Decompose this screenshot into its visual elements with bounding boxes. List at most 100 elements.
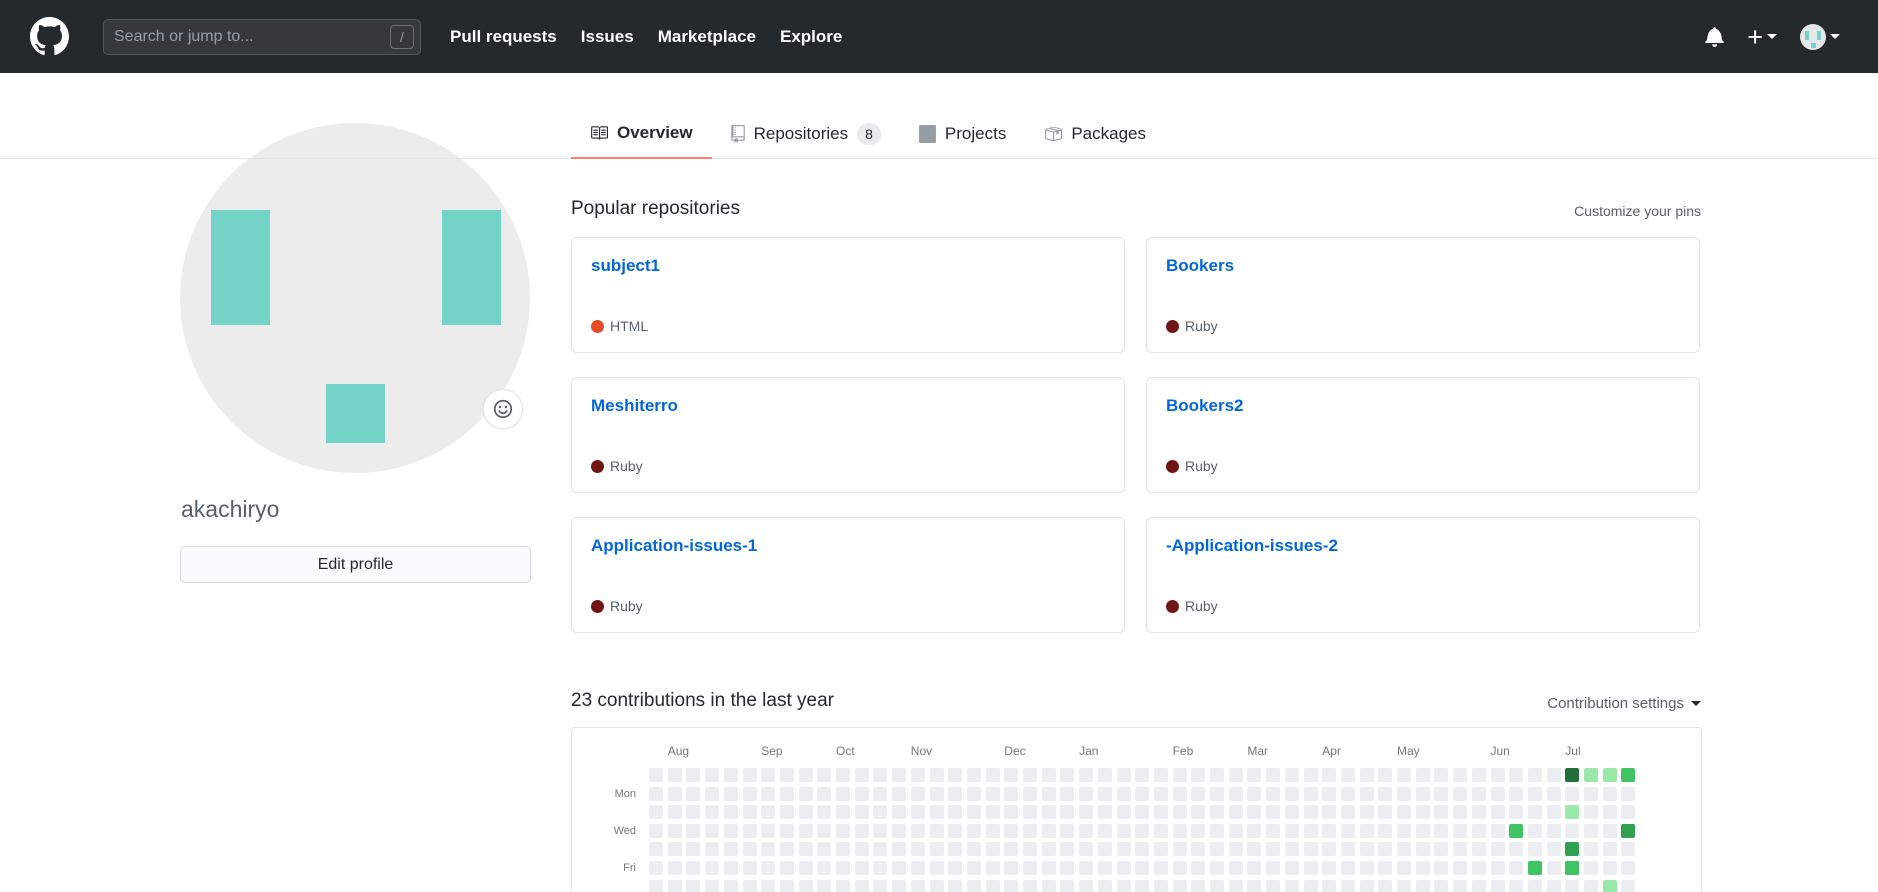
contribution-cell[interactable] [1378, 768, 1393, 782]
contribution-cell[interactable] [1284, 805, 1299, 820]
contribution-cell[interactable] [723, 842, 738, 857]
contribution-cell[interactable] [1266, 879, 1281, 892]
contribution-cell[interactable] [1303, 842, 1318, 857]
contribution-cell[interactable] [817, 842, 832, 857]
contribution-cell[interactable] [1340, 842, 1355, 857]
contribution-cell[interactable] [1023, 823, 1037, 838]
contribution-cell[interactable] [1621, 823, 1636, 838]
contribution-cell[interactable] [1490, 786, 1505, 801]
contribution-cell[interactable] [1359, 879, 1374, 892]
contribution-cell[interactable] [705, 842, 720, 857]
contribution-cell[interactable] [929, 786, 944, 801]
contribution-cell[interactable] [929, 861, 944, 875]
contribution-cell[interactable] [1434, 879, 1449, 892]
tab-packages[interactable]: Packages [1025, 108, 1165, 159]
contribution-cell[interactable] [910, 786, 925, 801]
contribution-cell[interactable] [910, 768, 925, 782]
contribution-cell[interactable] [929, 823, 944, 838]
contribution-cell[interactable] [910, 861, 925, 875]
contribution-cell[interactable] [742, 805, 757, 820]
contribution-cell[interactable] [1004, 879, 1019, 892]
contribution-cell[interactable] [985, 768, 1000, 782]
contribution-cell[interactable] [1116, 786, 1131, 801]
contribution-cell[interactable] [1340, 805, 1355, 820]
contribution-cell[interactable] [1471, 861, 1486, 875]
contribution-cell[interactable] [742, 786, 757, 801]
search-input[interactable]: Search or jump to... / [103, 18, 421, 55]
contribution-cell[interactable] [1097, 768, 1112, 782]
tab-overview[interactable]: Overview [571, 108, 712, 159]
contribution-cell[interactable] [1322, 823, 1337, 838]
contribution-cell[interactable] [686, 805, 701, 820]
contribution-cell[interactable] [1191, 786, 1206, 801]
contribution-cell[interactable] [929, 805, 944, 820]
contribution-cell[interactable] [1116, 768, 1131, 782]
contribution-cell[interactable] [667, 879, 682, 892]
contribution-cell[interactable] [798, 805, 813, 820]
contribution-cell[interactable] [1135, 842, 1150, 857]
contribution-cell[interactable] [649, 842, 663, 857]
contribution-cell[interactable] [873, 768, 888, 782]
contribution-cell[interactable] [1191, 879, 1206, 892]
contribution-cell[interactable] [1228, 823, 1243, 838]
contribution-cell[interactable] [1135, 823, 1150, 838]
contribution-cell[interactable] [1153, 768, 1168, 782]
contribution-cell[interactable] [1527, 786, 1542, 801]
contribution-cell[interactable] [1266, 861, 1281, 875]
contribution-cell[interactable] [686, 823, 701, 838]
contribution-cell[interactable] [649, 786, 663, 801]
contribution-cell[interactable] [817, 823, 832, 838]
contribution-cell[interactable] [1397, 768, 1411, 782]
contribution-cell[interactable] [1471, 842, 1486, 857]
contribution-cell[interactable] [1602, 861, 1617, 875]
contribution-cell[interactable] [892, 842, 907, 857]
contribution-cell[interactable] [1359, 823, 1374, 838]
contribution-cell[interactable] [929, 768, 944, 782]
contribution-cell[interactable] [1266, 842, 1281, 857]
contribution-cell[interactable] [1041, 805, 1056, 820]
contribution-cell[interactable] [1060, 861, 1075, 875]
contribution-cell[interactable] [1284, 768, 1299, 782]
contribution-cell[interactable] [1303, 805, 1318, 820]
contribution-cell[interactable] [1228, 768, 1243, 782]
contribution-cell[interactable] [1079, 842, 1094, 857]
contribution-cell[interactable] [1041, 879, 1056, 892]
contribution-cell[interactable] [1079, 879, 1094, 892]
contribution-cell[interactable] [1060, 805, 1075, 820]
contribution-cell[interactable] [1621, 786, 1636, 801]
contribution-cell[interactable] [1527, 861, 1542, 875]
contribution-cell[interactable] [873, 879, 888, 892]
contribution-cell[interactable] [966, 823, 981, 838]
contribution-cell[interactable] [1621, 842, 1636, 857]
contribution-cell[interactable] [1453, 823, 1468, 838]
contribution-cell[interactable] [1060, 786, 1075, 801]
repo-link[interactable]: Application-issues-1 [591, 536, 757, 556]
contribution-cell[interactable] [948, 786, 963, 801]
contribution-cell[interactable] [1415, 768, 1430, 782]
contribution-cell[interactable] [1191, 861, 1206, 875]
contribution-cell[interactable] [1509, 768, 1524, 782]
contribution-cell[interactable] [910, 842, 925, 857]
contribution-cell[interactable] [742, 861, 757, 875]
contribution-cell[interactable] [1565, 786, 1580, 801]
contribution-cell[interactable] [836, 879, 850, 892]
contribution-cell[interactable] [1527, 842, 1542, 857]
contribution-cell[interactable] [1041, 823, 1056, 838]
contribution-cell[interactable] [985, 879, 1000, 892]
contribution-cell[interactable] [705, 768, 720, 782]
contribution-cell[interactable] [1041, 842, 1056, 857]
contribution-cell[interactable] [1228, 879, 1243, 892]
contribution-cell[interactable] [686, 768, 701, 782]
contribution-cell[interactable] [1359, 786, 1374, 801]
contribution-cell[interactable] [1490, 861, 1505, 875]
contribution-cell[interactable] [1509, 786, 1524, 801]
contribution-cell[interactable] [1153, 861, 1168, 875]
contribution-cell[interactable] [1135, 861, 1150, 875]
contribution-cell[interactable] [1397, 879, 1411, 892]
contribution-cell[interactable] [1359, 861, 1374, 875]
contribution-cell[interactable] [761, 823, 776, 838]
contribution-cell[interactable] [779, 805, 794, 820]
contribution-cell[interactable] [1041, 768, 1056, 782]
contribution-cell[interactable] [705, 786, 720, 801]
contribution-cell[interactable] [1509, 805, 1524, 820]
